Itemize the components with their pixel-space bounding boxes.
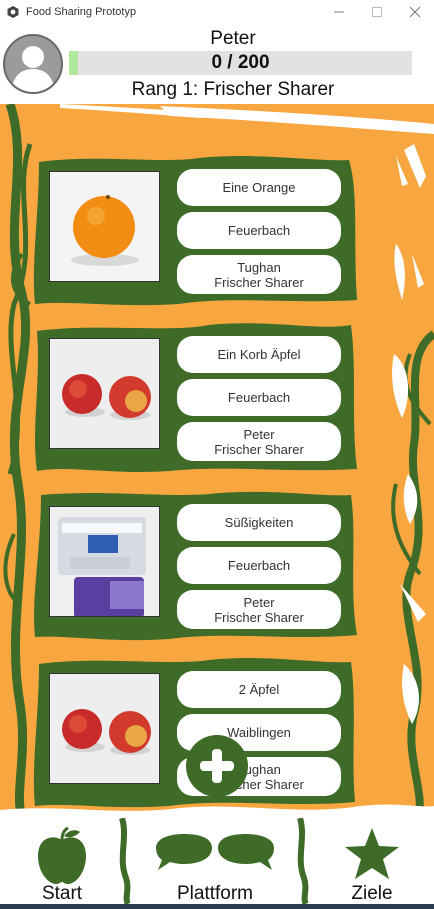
owner-name: Peter	[243, 426, 275, 442]
listing-card[interactable]: Eine Orange Feuerbach Tughan Frischer Sh…	[29, 154, 359, 308]
item-owner: Tughan Frischer Sharer	[177, 255, 341, 294]
item-photo	[49, 338, 160, 449]
points-text: 0 / 200	[211, 52, 270, 73]
nav-platform[interactable]: Plattform	[130, 818, 300, 909]
app-window: Food Sharing Prototyp Peter 0 / 200 Rang…	[0, 0, 434, 909]
item-location-text: Feuerbach	[227, 390, 291, 405]
item-name: Ein Korb Äpfel	[177, 336, 341, 373]
close-icon[interactable]	[396, 0, 434, 24]
nav-platform-label: Plattform	[176, 883, 254, 904]
nav-goals[interactable]: Ziele	[312, 818, 432, 909]
maximize-icon[interactable]	[358, 0, 396, 24]
item-owner: Peter Frischer Sharer	[177, 590, 341, 629]
item-photo	[49, 506, 160, 617]
item-location-text: Waiblingen	[227, 725, 291, 740]
item-location: Feuerbach	[177, 379, 341, 416]
listing-area[interactable]: Eine Orange Feuerbach Tughan Frischer Sh…	[0, 104, 434, 818]
owner-rank: Frischer Sharer	[214, 609, 304, 625]
item-location-text: Feuerbach	[227, 558, 291, 573]
taskbar-strip	[0, 904, 434, 909]
nav-start-label: Start	[41, 883, 83, 904]
owner-name: Peter	[243, 594, 275, 610]
item-name-text: Ein Korb Äpfel	[217, 347, 301, 362]
profile-header: Peter 0 / 200 Rang 1: Frischer Sharer	[0, 24, 434, 104]
plus-icon	[200, 749, 234, 783]
minimize-icon[interactable]	[320, 0, 358, 24]
item-name: 2 Äpfel	[177, 671, 341, 708]
listing-card[interactable]: Ein Korb Äpfel Feuerbach Peter Frischer …	[29, 321, 359, 475]
app-icon	[7, 6, 19, 18]
item-owner: Peter Frischer Sharer	[177, 422, 341, 461]
item-location-text: Feuerbach	[227, 223, 291, 238]
item-name: Eine Orange	[177, 169, 341, 206]
title-bar: Food Sharing Prototyp	[0, 0, 434, 24]
user-rank: Rang 1: Frischer Sharer	[131, 79, 335, 100]
item-name-text: Süßigkeiten	[224, 515, 294, 530]
apple-icon	[38, 826, 86, 884]
points-progress-bar: 0 / 200	[69, 51, 412, 75]
owner-rank: Frischer Sharer	[214, 441, 304, 457]
item-photo	[49, 673, 160, 784]
owner-rank: Frischer Sharer	[214, 274, 304, 290]
item-photo	[49, 171, 160, 282]
speech-bubbles-icon	[156, 834, 274, 870]
item-name-text: Eine Orange	[222, 180, 296, 195]
star-icon	[345, 828, 399, 879]
bottom-navigation: Start Plattform Ziele	[0, 818, 434, 909]
window-controls	[320, 0, 434, 24]
nav-start[interactable]: Start	[2, 818, 122, 909]
listing-card[interactable]: Süßigkeiten Feuerbach Peter Frischer Sha…	[29, 489, 359, 643]
owner-name: Tughan	[237, 259, 281, 275]
add-listing-button[interactable]	[186, 735, 248, 797]
item-name: Süßigkeiten	[177, 504, 341, 541]
username: Peter	[210, 28, 256, 49]
item-location: Feuerbach	[177, 212, 341, 249]
window-title: Food Sharing Prototyp	[26, 6, 137, 18]
nav-goals-label: Ziele	[351, 883, 393, 904]
item-name-text: 2 Äpfel	[238, 682, 280, 697]
item-location: Feuerbach	[177, 547, 341, 584]
